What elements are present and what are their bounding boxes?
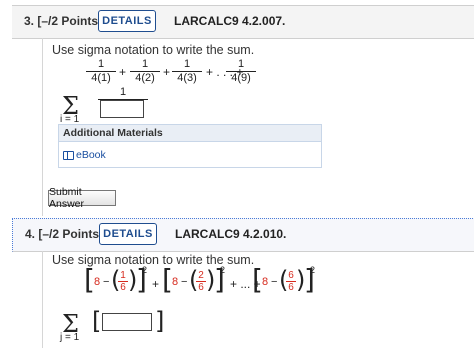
ebook-link[interactable]: eBook — [63, 149, 106, 161]
additional-materials-panel: Additional Materials eBook — [58, 124, 322, 168]
question-3-header: 3. [–/2 Points] DETAILS LARCALC9 4.2.007… — [12, 5, 474, 39]
fraction-term-last: 1 4(9) — [226, 58, 256, 85]
book-icon — [63, 150, 74, 160]
details-button[interactable]: DETAILS — [98, 10, 156, 32]
question-3-title: 3. [–/2 Points] — [24, 14, 103, 28]
right-bracket: ] — [155, 307, 165, 335]
question-code: LARCALC9 4.2.007. — [174, 14, 286, 28]
lower-index: j = 1 — [60, 332, 80, 343]
answer-input[interactable] — [102, 313, 152, 331]
fraction-term-1: 1 4(1) — [86, 58, 116, 85]
question-code: LARCALC9 4.2.010. — [175, 227, 287, 241]
plus-sign: + — [152, 277, 160, 291]
plus-sign: + — [163, 65, 171, 79]
answer-fraction: 1 — [98, 86, 148, 100]
additional-materials-header: Additional Materials — [59, 125, 321, 142]
question-prompt: Use sigma notation to write the sum. — [52, 43, 255, 57]
fraction-term-3: 1 4(3) — [172, 58, 202, 85]
question-4-title: 4. [–/2 Points] — [25, 227, 104, 241]
fraction-term-2: 1 4(2) — [130, 58, 160, 85]
answer-input[interactable] — [100, 100, 144, 118]
question-4-header: 4. [–/2 Points] DETAILS LARCALC9 4.2.010… — [12, 218, 474, 252]
submit-answer-button[interactable]: Submit Answer — [48, 186, 116, 210]
details-button[interactable]: DETAILS — [99, 223, 157, 245]
plus-sign: + — [119, 65, 127, 79]
left-bracket: [ — [92, 307, 102, 335]
